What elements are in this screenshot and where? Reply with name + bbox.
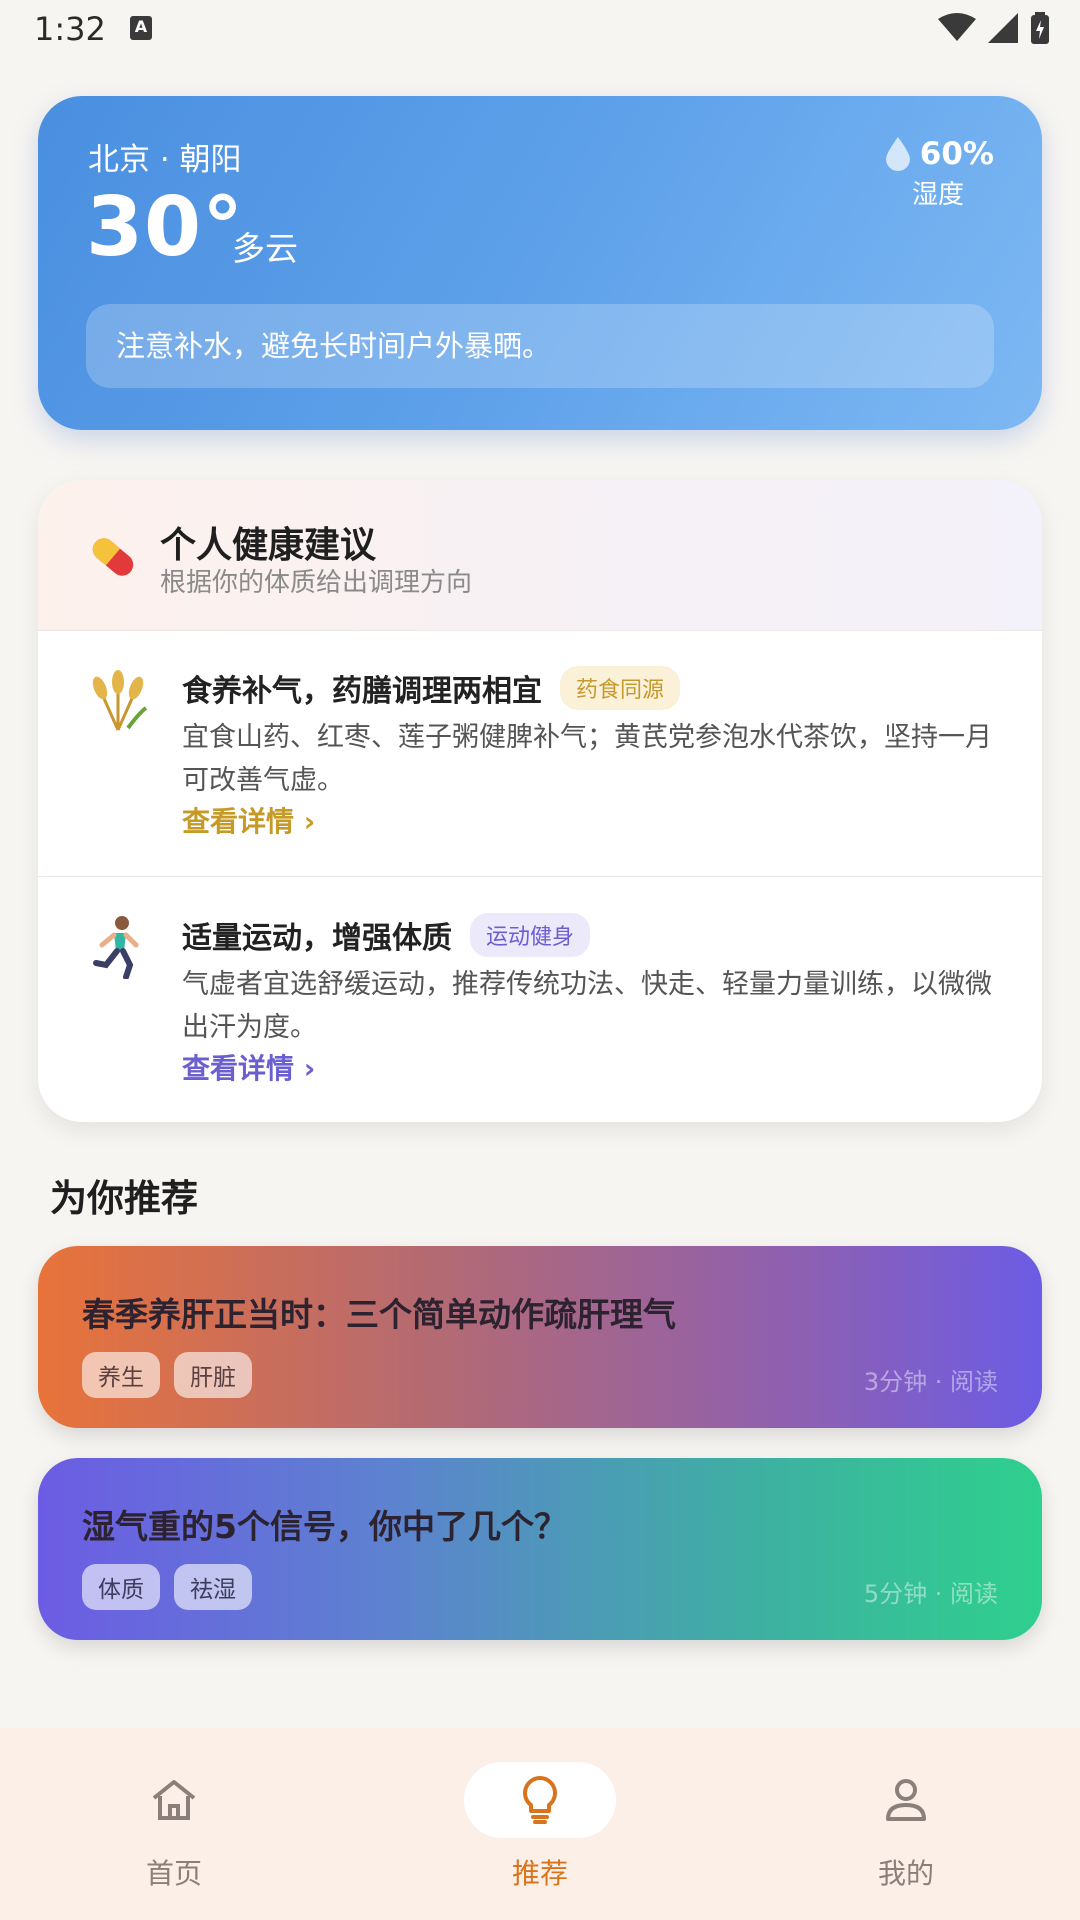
battery-icon	[1031, 12, 1049, 44]
water-drop-icon	[885, 137, 910, 171]
health-item-title: 适量运动，增强体质	[182, 921, 452, 956]
recommend-card[interactable]: 春季养肝正当时：三个简单动作疏肝理气 养生 肝脏 3分钟 · 阅读	[38, 1246, 1042, 1428]
recommend-card-meta: 5分钟 · 阅读	[863, 1580, 998, 1608]
pill-icon	[92, 538, 134, 576]
health-item-diet[interactable]: 食养补气，药膳调理两相宜 药食同源 宜食山药、红枣、莲子粥健脾补气；黄芪党参泡水…	[38, 630, 1042, 877]
health-item-exercise[interactable]: 适量运动，增强体质 运动健身 气虚者宜选舒缓运动，推荐传统功法、快走、轻量力量训…	[38, 877, 1042, 1122]
nav-label-mine: 我的	[877, 1857, 934, 1890]
weather-condition: 多云	[232, 229, 298, 268]
health-item-text: 气虚者宜选舒缓运动，推荐传统功法、快走、轻量力量训练，以微微出汗为度。	[182, 969, 992, 1043]
health-card-header: 个人健康建议 根据你的体质给出调理方向	[38, 480, 1042, 631]
nav-active-indicator	[464, 1762, 616, 1838]
recommend-card-tags: 体质 祛湿	[82, 1564, 252, 1610]
nav-label-recommend: 推荐	[511, 1857, 568, 1890]
health-item-tag: 药食同源	[560, 666, 681, 710]
weather-tip: 注意补水，避免长时间户外暴晒。	[86, 304, 994, 388]
wifi-icon	[938, 13, 976, 41]
weather-temperature: 30°	[86, 180, 245, 275]
recommend-card-meta: 3分钟 · 阅读	[863, 1368, 998, 1396]
health-item-text: 宜食山药、红枣、莲子粥健脾补气；黄芪党参泡水代茶饮，坚持一月可改善气虚。	[182, 722, 992, 796]
nav-item-home[interactable]: 首页	[74, 1762, 274, 1892]
health-card-title: 个人健康建议	[160, 525, 377, 566]
health-item-tag: 运动健身	[470, 913, 591, 957]
humidity-label: 湿度	[911, 180, 964, 210]
humidity-value: 60%	[919, 136, 994, 172]
section-title-recommend: 为你推荐	[50, 1177, 198, 1220]
nav-label-home: 首页	[145, 1857, 202, 1890]
view-details-link[interactable]: 查看详情 ›	[182, 1047, 315, 1087]
recommend-tag: 养生	[82, 1352, 160, 1398]
nav-item-recommend[interactable]: 推荐	[440, 1762, 640, 1892]
lightbulb-icon	[523, 1776, 557, 1824]
runner-icon	[93, 916, 139, 979]
recommend-tag: 体质	[82, 1564, 160, 1610]
status-time: 1:32	[34, 10, 106, 48]
bottom-nav: 首页 推荐 我的	[0, 1728, 1080, 1920]
weather-card[interactable]: 北京 · 朝阳 30° 多云 60% 湿度 注意补水，避免长时间户外暴晒。	[38, 96, 1042, 430]
keyboard-indicator-icon: A	[130, 16, 152, 40]
view-details-link[interactable]: 查看详情 ›	[182, 800, 315, 840]
health-advice-card: 个人健康建议 根据你的体质给出调理方向 食养补气，药膳调理两相宜 药食同源 宜食…	[38, 480, 1042, 1122]
health-card-subtitle: 根据你的体质给出调理方向	[160, 568, 473, 598]
person-icon	[886, 1779, 926, 1821]
recommend-card-tags: 养生 肝脏	[82, 1352, 252, 1398]
humidity: 60% 湿度	[885, 136, 994, 211]
recommend-card-title: 春季养肝正当时：三个简单动作疏肝理气	[82, 1295, 676, 1334]
signal-icon	[988, 13, 1018, 43]
weather-location: 北京 · 朝阳	[88, 142, 242, 178]
recommend-card[interactable]: 湿气重的5个信号，你中了几个？ 体质 祛湿 5分钟 · 阅读	[38, 1458, 1042, 1640]
wheat-icon	[92, 670, 148, 731]
status-bar: 1:32 A	[0, 0, 1080, 60]
recommend-tag: 祛湿	[174, 1564, 252, 1610]
health-item-title: 食养补气，药膳调理两相宜	[182, 674, 542, 709]
status-icons	[938, 12, 1050, 44]
home-icon	[152, 1780, 196, 1820]
recommend-tag: 肝脏	[174, 1352, 252, 1398]
recommend-card-title: 湿气重的5个信号，你中了几个？	[82, 1507, 567, 1546]
nav-item-mine[interactable]: 我的	[806, 1762, 1006, 1892]
